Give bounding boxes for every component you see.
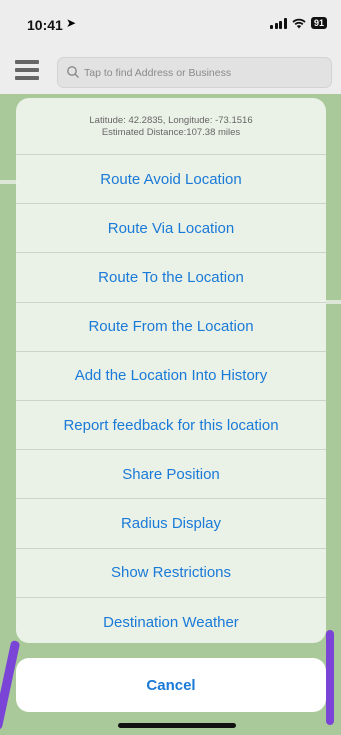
home-indicator[interactable]: [118, 723, 236, 728]
search-input[interactable]: [84, 62, 324, 84]
location-info-header: Latitude: 42.2835, Longitude: -73.1516 E…: [16, 98, 326, 155]
status-bar: 10:41 ➤ 91: [0, 0, 341, 50]
route-from-location-button[interactable]: Route From the Location: [16, 303, 326, 352]
distance-text: Estimated Distance:107.38 miles: [101, 127, 241, 138]
route-via-location-button[interactable]: Route Via Location: [16, 204, 326, 254]
cellular-signal-icon: [270, 17, 287, 29]
radius-display-button[interactable]: Radius Display: [16, 499, 326, 549]
add-to-history-button[interactable]: Add the Location Into History: [16, 352, 326, 401]
route-to-location-button[interactable]: Route To the Location: [16, 253, 326, 303]
search-icon: [67, 66, 79, 78]
action-sheet: Latitude: 42.2835, Longitude: -73.1516 E…: [16, 98, 326, 643]
battery-indicator: 91: [310, 17, 327, 29]
report-feedback-button[interactable]: Report feedback for this location: [16, 401, 326, 451]
location-arrow-icon: ➤: [66, 16, 77, 30]
wifi-icon: [292, 18, 306, 28]
share-position-button[interactable]: Share Position: [16, 450, 326, 500]
map-route-line: [326, 630, 334, 725]
search-bar[interactable]: [57, 57, 332, 88]
destination-weather-button[interactable]: Destination Weather: [16, 598, 326, 643]
status-time: 10:41: [27, 17, 63, 33]
coordinates-text: Latitude: 42.2835, Longitude: -73.1516: [89, 115, 253, 126]
cancel-button[interactable]: Cancel: [16, 658, 326, 712]
show-restrictions-button[interactable]: Show Restrictions: [16, 549, 326, 598]
route-avoid-location-button[interactable]: Route Avoid Location: [16, 155, 326, 205]
hamburger-menu-icon[interactable]: [15, 60, 39, 82]
search-header: [0, 50, 341, 94]
